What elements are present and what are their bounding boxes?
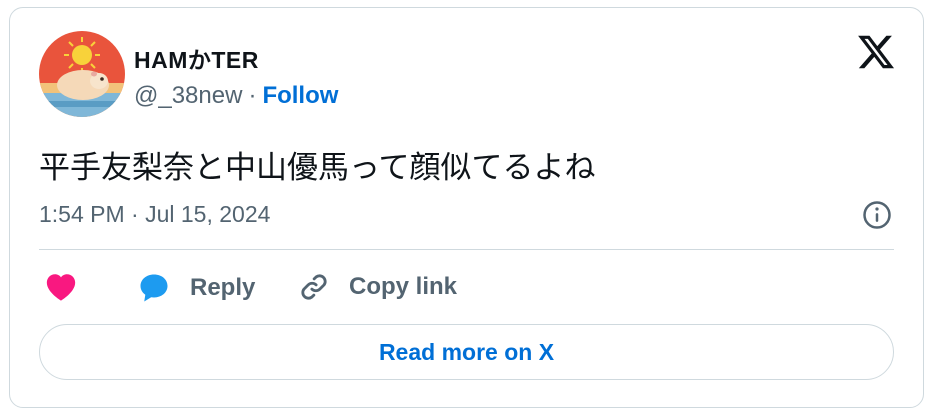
divider — [39, 249, 894, 250]
x-logo-icon[interactable] — [856, 32, 896, 72]
avatar[interactable] — [39, 31, 125, 117]
heart-icon — [46, 274, 76, 301]
avatar-image — [39, 31, 125, 117]
link-icon — [301, 274, 327, 300]
author-meta-row: @_38new · Follow — [134, 82, 338, 110]
reply-button[interactable]: Reply — [136, 270, 255, 306]
copy-link-label: Copy link — [349, 273, 458, 300]
tweet-text: 平手友梨奈と中山優馬って顔似てるよね — [39, 150, 596, 185]
author-display-name[interactable]: HAMかTER — [134, 41, 259, 75]
info-icon[interactable] — [862, 200, 892, 230]
like-button[interactable] — [44, 270, 78, 304]
follow-button[interactable]: Follow — [262, 82, 338, 110]
reply-label: Reply — [190, 274, 256, 301]
read-more-button[interactable]: Read more on X — [39, 324, 894, 380]
tweet-timestamp[interactable]: 1:54 PM · Jul 15, 2024 — [39, 201, 270, 228]
author-handle[interactable]: @_38new — [134, 82, 242, 110]
reply-bubble-icon — [140, 274, 168, 302]
embedded-tweet-card: HAMかTER @_38new · Follow 平手友梨奈と中山優馬って顔似て… — [9, 7, 924, 408]
separator-dot: · — [248, 82, 257, 109]
copy-link-button[interactable]: Copy link — [297, 270, 457, 304]
